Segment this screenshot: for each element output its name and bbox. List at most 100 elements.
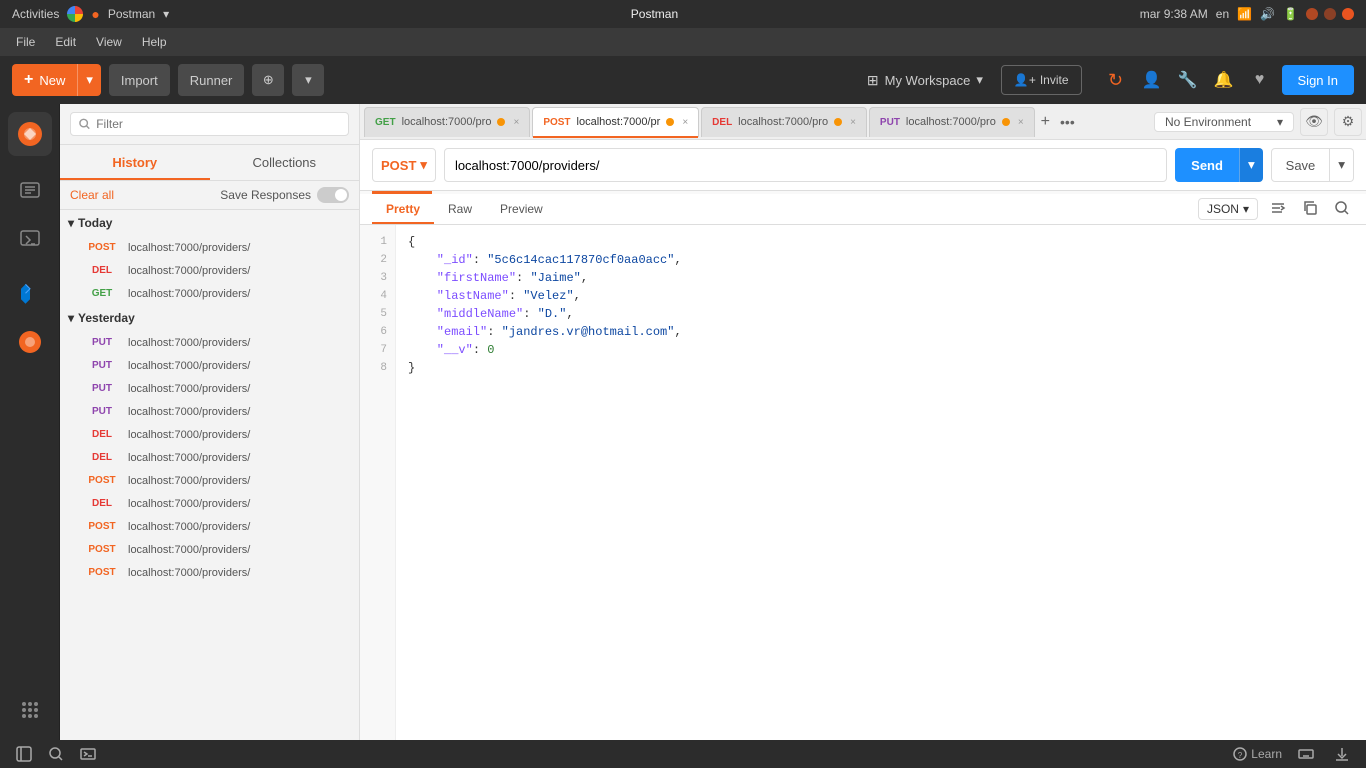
history-url: localhost:7000/providers/: [128, 406, 250, 418]
word-wrap-icon: [1270, 200, 1286, 216]
request-tab-2[interactable]: DEL localhost:7000/pro ×: [701, 107, 867, 137]
method-badge-put: PUT: [84, 336, 120, 349]
sidebar-icon-terminal[interactable]: [8, 216, 52, 260]
menu-edit[interactable]: Edit: [47, 33, 84, 51]
list-item[interactable]: POST localhost:7000/providers/: [60, 236, 359, 259]
code-content[interactable]: { "_id": "5c6c14cac117870cf0aa0acc", "fi…: [396, 225, 1366, 740]
invite-button[interactable]: 👤+ Invite: [1001, 65, 1082, 95]
history-group-today[interactable]: ▾ Today: [60, 210, 359, 236]
extra-toolbar-button[interactable]: ⊕: [252, 64, 284, 96]
menu-view[interactable]: View: [88, 33, 130, 51]
tab-close-1[interactable]: ×: [682, 117, 688, 128]
search-in-response-button[interactable]: [1330, 198, 1354, 221]
person-icon-btn[interactable]: 👤: [1138, 66, 1166, 94]
console-icon[interactable]: [76, 742, 100, 766]
time-display: mar 9:38 AM: [1140, 7, 1208, 21]
clear-all-button[interactable]: Clear all: [70, 188, 114, 202]
history-list: ▾ Today POST localhost:7000/providers/ D…: [60, 210, 359, 740]
app-menu-arrow[interactable]: ▾: [163, 7, 169, 21]
workspace-label: My Workspace: [885, 73, 971, 88]
save-responses-toggle[interactable]: [317, 187, 349, 203]
request-tab-1[interactable]: POST localhost:7000/pr ×: [532, 107, 699, 137]
toolbar-arrow-button[interactable]: ▾: [292, 64, 324, 96]
download-icon[interactable]: [1330, 742, 1354, 766]
runner-button[interactable]: Runner: [178, 64, 245, 96]
minimize-btn[interactable]: [1306, 8, 1318, 20]
tab-close-2[interactable]: ×: [850, 117, 856, 128]
sign-in-button[interactable]: Sign In: [1282, 65, 1354, 95]
keyboard-icon[interactable]: [1294, 742, 1318, 766]
list-item[interactable]: DEL localhost:7000/providers/: [60, 423, 359, 446]
code-line-6: "email": "jandres.vr@hotmail.com",: [408, 323, 1354, 341]
list-item[interactable]: PUT localhost:7000/providers/: [60, 331, 359, 354]
tab-raw[interactable]: Raw: [434, 194, 486, 224]
sidebar-toggle-icon[interactable]: [12, 742, 36, 766]
word-wrap-button[interactable]: [1266, 198, 1290, 221]
save-button[interactable]: Save: [1271, 148, 1331, 182]
bell-icon-btn[interactable]: 🔔: [1210, 66, 1238, 94]
list-item[interactable]: PUT localhost:7000/providers/: [60, 377, 359, 400]
more-tabs-button[interactable]: •••: [1056, 114, 1079, 130]
history-group-yesterday[interactable]: ▾ Yesterday: [60, 305, 359, 331]
list-item[interactable]: POST localhost:7000/providers/: [60, 469, 359, 492]
sidebar-icon-vscode[interactable]: [8, 272, 52, 316]
close-btn[interactable]: [1342, 8, 1354, 20]
new-btn-dropdown[interactable]: ▾: [78, 64, 101, 96]
copy-button[interactable]: [1298, 198, 1322, 221]
request-tab-3[interactable]: PUT localhost:7000/pro ×: [869, 107, 1035, 137]
wrench-icon-btn[interactable]: 🔧: [1174, 66, 1202, 94]
env-eye-button[interactable]: 👁: [1300, 108, 1328, 136]
search-input[interactable]: [96, 117, 340, 131]
tab-history[interactable]: History: [60, 145, 210, 180]
download-svg: [1334, 746, 1350, 762]
search-bottom-icon[interactable]: [44, 742, 68, 766]
bottom-right: ? Learn: [1233, 742, 1354, 766]
main-toolbar: + New ▾ Import Runner ⊕ ▾ ⊞ My Workspace…: [0, 56, 1366, 104]
add-tab-button[interactable]: +: [1037, 113, 1054, 131]
list-item[interactable]: PUT localhost:7000/providers/: [60, 400, 359, 423]
menu-help[interactable]: Help: [134, 33, 175, 51]
env-settings-button[interactable]: ⚙: [1334, 108, 1362, 136]
list-item[interactable]: GET localhost:7000/providers/: [60, 282, 359, 305]
tab-preview[interactable]: Preview: [486, 194, 557, 224]
tab-close-0[interactable]: ×: [513, 117, 519, 128]
active-tab-indicator: [533, 136, 698, 138]
list-item[interactable]: DEL localhost:7000/providers/: [60, 259, 359, 282]
send-button[interactable]: Send: [1175, 148, 1239, 182]
list-item[interactable]: POST localhost:7000/providers/: [60, 561, 359, 584]
learn-link[interactable]: ? Learn: [1233, 747, 1282, 761]
menu-file[interactable]: File: [8, 33, 43, 51]
list-item[interactable]: POST localhost:7000/providers/: [60, 538, 359, 561]
heart-icon-btn[interactable]: ♥: [1246, 66, 1274, 94]
workspace-selector[interactable]: ⊞ My Workspace ▾: [857, 68, 993, 93]
list-item[interactable]: DEL localhost:7000/providers/: [60, 492, 359, 515]
sidebar-icon-postman-red[interactable]: [8, 320, 52, 364]
tab-pretty[interactable]: Pretty: [372, 194, 434, 224]
list-item[interactable]: POST localhost:7000/providers/: [60, 515, 359, 538]
history-sidebar-icon: [19, 179, 41, 201]
sync-button[interactable]: ↻: [1102, 66, 1130, 94]
new-button[interactable]: + New ▾: [12, 64, 101, 96]
new-btn-main[interactable]: + New: [12, 64, 78, 96]
sidebar-icon-apps[interactable]: [8, 688, 52, 732]
format-selector[interactable]: JSON ▾: [1198, 198, 1258, 220]
maximize-btn[interactable]: [1324, 8, 1336, 20]
activities-label[interactable]: Activities: [12, 7, 59, 21]
method-selector[interactable]: POST ▾: [372, 148, 436, 182]
environment-selector[interactable]: No Environment ▾: [1154, 112, 1294, 132]
list-item[interactable]: PUT localhost:7000/providers/: [60, 354, 359, 377]
url-input[interactable]: [444, 148, 1167, 182]
import-button[interactable]: Import: [109, 64, 170, 96]
list-item[interactable]: DEL localhost:7000/providers/: [60, 446, 359, 469]
tab-collections[interactable]: Collections: [210, 145, 360, 180]
sidebar-postman-logo[interactable]: [8, 112, 52, 156]
wifi-icon: 📶: [1237, 7, 1252, 21]
sidebar-icon-history[interactable]: [8, 168, 52, 212]
request-tab-0[interactable]: GET localhost:7000/pro ×: [364, 107, 530, 137]
line-numbers: 1 2 3 4 5 6 7 8: [360, 225, 396, 740]
send-dropdown-button[interactable]: ▾: [1239, 148, 1263, 182]
code-line-1: {: [408, 233, 1354, 251]
tab-close-3[interactable]: ×: [1018, 117, 1024, 128]
line-num-8: 8: [360, 359, 395, 377]
save-dropdown-button[interactable]: ▾: [1330, 148, 1354, 182]
